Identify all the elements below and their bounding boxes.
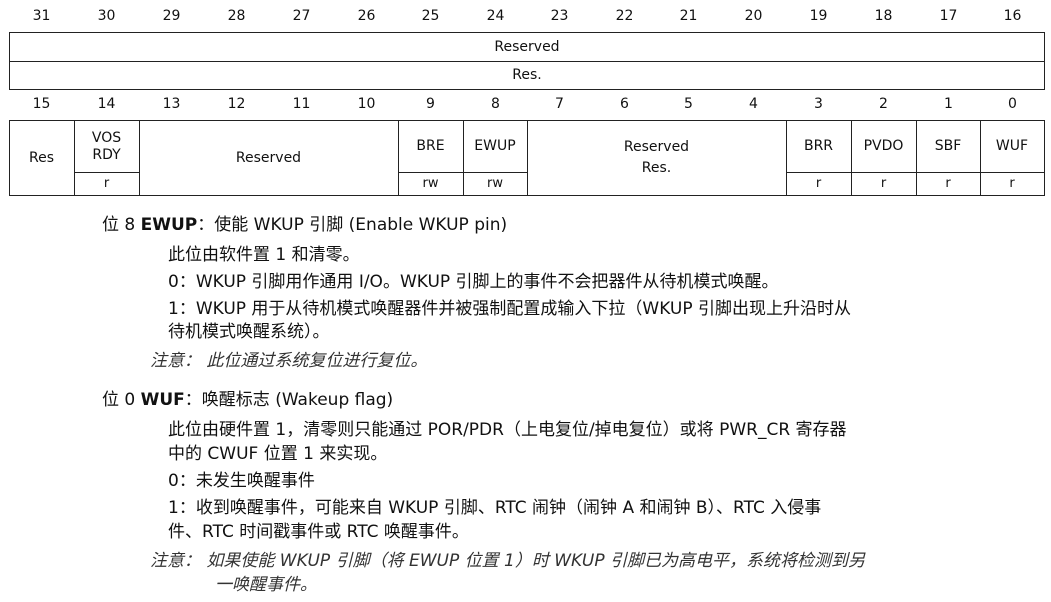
bit-number: 21 (679, 8, 698, 24)
bit-number: 2 (879, 96, 888, 112)
field-reserved-mid: Reserved (235, 149, 302, 166)
bit-number: 29 (162, 8, 181, 24)
bit-number: 3 (814, 96, 823, 112)
bit0-note-b: 一唤醒事件。 (215, 575, 317, 595)
bit-number: 13 (162, 96, 181, 112)
bit-number: 8 (491, 96, 500, 112)
field-reserved-low-line1: Reserved (623, 139, 690, 155)
field-vosrdy-line2: RDY (92, 146, 121, 163)
field-brr: BRR (803, 138, 834, 154)
bit-number: 6 (620, 96, 629, 112)
access-sbf: r (945, 176, 951, 191)
bit-number: 30 (97, 8, 116, 24)
bit-number: 12 (227, 96, 246, 112)
bit-number: 31 (32, 8, 51, 24)
bit0-name: WUF (140, 390, 185, 410)
bit8-line2: 0：WKUP 引脚用作通用 I/O。WKUP 引脚上的事件不会把器件从待机模式唤… (168, 272, 779, 292)
access-bre: rw (422, 176, 439, 191)
field-wuf: WUF (995, 138, 1029, 154)
field-vosrdy-line1: VOS (91, 129, 122, 146)
bit0-heading: 位 0 WUF：唤醒标志 (Wakeup flag) (102, 390, 393, 410)
bit-number: 24 (486, 8, 505, 24)
bit0-line1a: 此位由硬件置 1，清零则只能通过 POR/PDR（上电复位/掉电复位）或将 PW… (168, 420, 847, 440)
access-pvdo: r (880, 176, 887, 191)
bit-number: 11 (292, 96, 311, 112)
access-wuf: r (1009, 176, 1015, 191)
bit-number: 18 (874, 8, 893, 24)
bit8-line1: 此位由软件置 1 和清零。 (168, 245, 360, 265)
field-reserved-low-line2: Res. (641, 160, 672, 176)
table-line (1044, 120, 1045, 196)
field-reserved-low: Reserved Res. (527, 121, 786, 195)
bit8-name: EWUP (140, 215, 198, 235)
access-ewup: rw (487, 176, 503, 191)
bit-number: 26 (357, 8, 376, 24)
access-brr: r (815, 176, 822, 191)
table-line (9, 89, 1045, 90)
bit8-note: 注意： 此位通过系统复位进行复位。 (150, 351, 428, 371)
reserved-field-high: Reserved (494, 38, 560, 55)
bit0-line3b: 件、RTC 时间戳事件或 RTC 唤醒事件。 (168, 522, 469, 542)
bit8-line3b: 待机模式唤醒系统）。 (168, 322, 330, 342)
bit-number: 10 (357, 96, 376, 112)
bit0-line3a: 1：收到唤醒事件，可能来自 WKUP 引脚、RTC 闹钟（闹钟 A 和闹钟 B）… (168, 498, 822, 518)
bit-number: 1 (944, 96, 953, 112)
bit-number: 27 (292, 8, 311, 24)
bit-number: 28 (227, 8, 246, 24)
bit-number: 17 (939, 8, 958, 24)
bit0-line2: 0：未发生唤醒事件 (168, 471, 315, 491)
bit-number: 14 (97, 96, 116, 112)
bit-number: 22 (615, 8, 634, 24)
bit-number: 4 (749, 96, 758, 112)
bit-number: 19 (809, 8, 828, 24)
bit8-prefix: 位 8 (102, 215, 141, 235)
access-vosrdy: r (103, 176, 110, 191)
bit-number: 16 (1003, 8, 1022, 24)
field-res: Res (28, 149, 54, 166)
bit-number: 9 (426, 96, 435, 112)
bit-number: 5 (684, 96, 693, 112)
bit0-prefix: 位 0 (102, 390, 141, 410)
bit-number: 15 (32, 96, 51, 112)
bit-number: 0 (1008, 96, 1017, 112)
bit0-note-a: 注意： 如果使能 WKUP 引脚（将 EWUP 位置 1）时 WKUP 引脚已为… (150, 551, 865, 571)
bit-number: 20 (744, 8, 763, 24)
bit8-title: ：使能 WKUP 引脚 (Enable WKUP pin) (197, 215, 508, 235)
bit-number: 25 (421, 8, 440, 24)
field-sbf: SBF (934, 138, 962, 154)
field-bre: BRE (416, 138, 445, 154)
bit-number: 7 (555, 96, 564, 112)
bit0-line1b: 中的 CWUF 位置 1 来实现。 (168, 444, 388, 464)
bit8-line3a: 1：WKUP 用于从待机模式唤醒器件并被强制配置成输入下拉（WKUP 引脚出现上… (168, 299, 852, 319)
bit0-title: ：唤醒标志 (Wakeup flag) (184, 390, 394, 410)
res-field-high: Res. (512, 67, 542, 83)
field-ewup: EWUP (474, 138, 516, 154)
field-vosrdy: VOS RDY (74, 121, 139, 172)
bit8-heading: 位 8 EWUP：使能 WKUP 引脚 (Enable WKUP pin) (102, 215, 507, 235)
bit-number: 23 (550, 8, 569, 24)
field-pvdo: PVDO (863, 138, 904, 154)
